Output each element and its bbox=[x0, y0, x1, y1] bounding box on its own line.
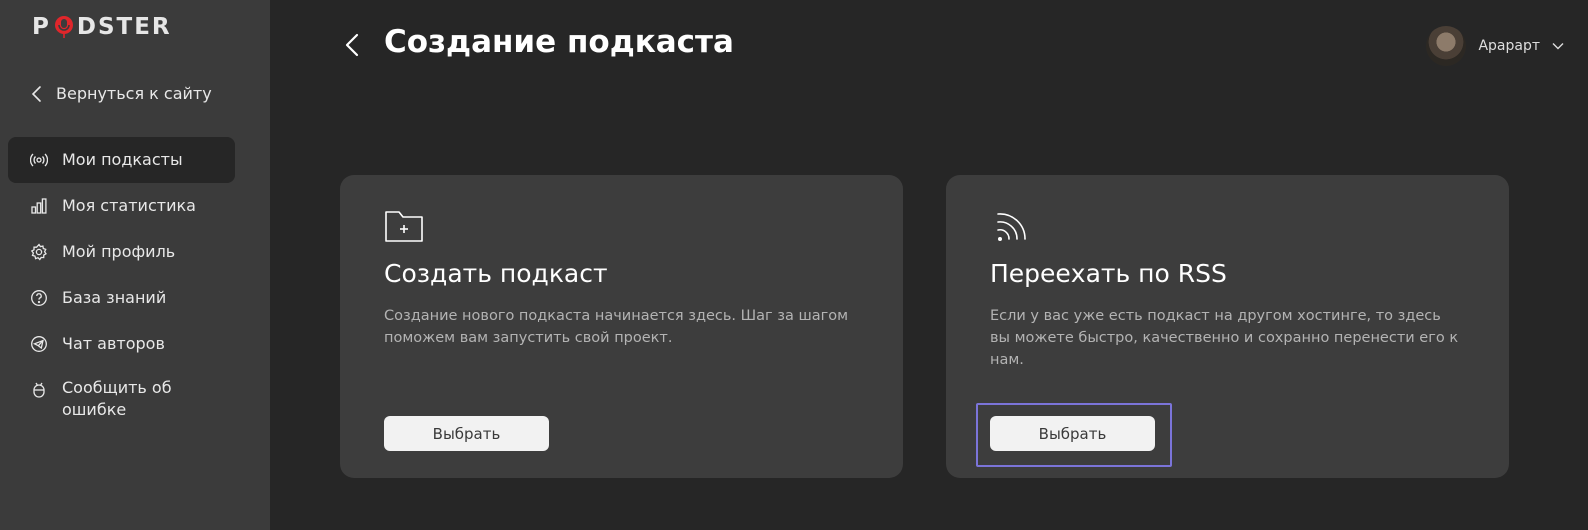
back-to-site-label: Вернуться к сайту bbox=[56, 84, 212, 103]
sidebar-item-label: Сообщить об ошибке bbox=[62, 378, 172, 419]
choose-create-podcast-button[interactable]: Выбрать bbox=[384, 416, 549, 451]
sidebar-item-label: Мой профиль bbox=[62, 242, 176, 261]
sidebar-item-label: База знаний bbox=[62, 288, 167, 307]
card-description: Если у вас уже есть подкаст на другом хо… bbox=[990, 308, 1459, 368]
user-name: Арарарт bbox=[1478, 38, 1540, 54]
bug-icon bbox=[33, 382, 45, 398]
chevron-down-icon bbox=[1552, 43, 1564, 50]
sidebar-item-report-bug[interactable]: Сообщить об ошибке bbox=[8, 367, 235, 439]
sidebar-item-my-statistics[interactable]: Моя статистика bbox=[8, 183, 235, 229]
create-podcast-card: Создать подкаст Создание нового подкаста… bbox=[340, 175, 903, 478]
sidebar-item-authors-chat[interactable]: Чат авторов bbox=[8, 321, 235, 367]
sidebar-nav: Мои подкасты Моя статистика Мой профиль … bbox=[8, 137, 235, 439]
page-back-chevron-icon[interactable] bbox=[342, 32, 362, 58]
rss-migration-card: Переехать по RSS Если у вас уже есть под… bbox=[946, 175, 1509, 478]
folder-plus-icon bbox=[385, 211, 423, 242]
sidebar-item-label: Чат авторов bbox=[62, 334, 165, 353]
question-circle-icon bbox=[31, 290, 47, 306]
podster-logo[interactable]: P DSTER bbox=[32, 14, 172, 40]
card-description: Создание нового подкаста начинается здес… bbox=[384, 308, 849, 346]
sidebar-item-label: Моя статистика bbox=[62, 196, 196, 215]
sidebar: P DSTER Вернуться к сайту Мои подкасты М… bbox=[0, 0, 270, 530]
sidebar-item-my-podcasts[interactable]: Мои подкасты bbox=[8, 137, 235, 183]
avatar bbox=[1426, 26, 1467, 66]
page-title: Создание подкаста bbox=[384, 24, 734, 60]
rss-icon bbox=[997, 213, 1026, 241]
microphone-logo-icon bbox=[54, 16, 73, 38]
sidebar-item-my-profile[interactable]: Мой профиль bbox=[8, 229, 235, 275]
chevron-left-icon bbox=[31, 85, 41, 102]
back-to-site-link[interactable]: Вернуться к сайту bbox=[30, 84, 212, 103]
user-menu[interactable]: Арарарт bbox=[1426, 26, 1564, 66]
gear-icon bbox=[30, 243, 47, 261]
bar-chart-icon bbox=[31, 198, 47, 214]
telegram-icon bbox=[31, 336, 47, 352]
sidebar-item-label: Мои подкасты bbox=[62, 150, 183, 169]
podcast-broadcast-icon bbox=[30, 153, 48, 167]
sidebar-item-knowledge-base[interactable]: База знаний bbox=[8, 275, 235, 321]
logo-text-right: DSTER bbox=[76, 14, 172, 40]
logo-text-left: P bbox=[32, 14, 51, 40]
card-title: Создать подкаст bbox=[384, 259, 608, 288]
card-title: Переехать по RSS bbox=[990, 259, 1227, 288]
choose-rss-migration-button[interactable]: Выбрать bbox=[990, 416, 1155, 451]
